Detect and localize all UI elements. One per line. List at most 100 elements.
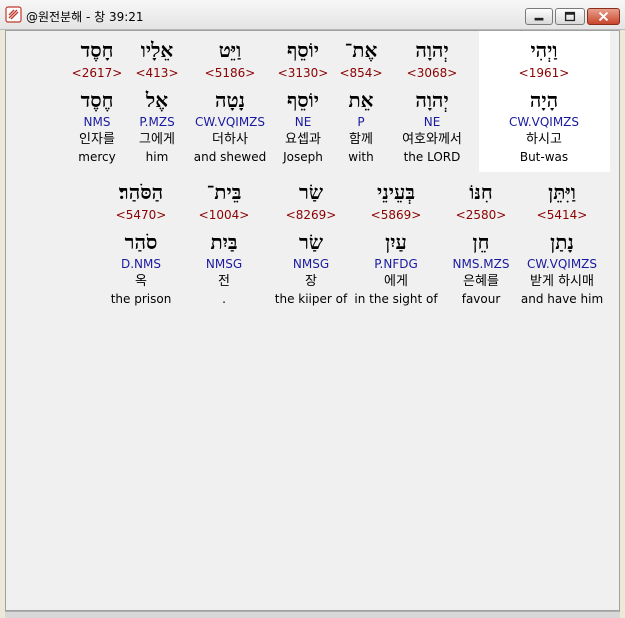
parsing-code: CW.VQIMZS <box>526 257 598 271</box>
korean-gloss: 에게 <box>384 274 408 289</box>
close-button[interactable] <box>587 8 620 25</box>
word-column[interactable]: בֵּית־ <1004> בַּיִת NMSG 전 . <box>196 178 252 307</box>
korean-gloss: 옥 <box>135 274 147 289</box>
korean-gloss: 받게 하시매 <box>530 274 594 289</box>
korean-gloss: 함께 <box>349 132 373 147</box>
parsing-code: NMSG <box>292 257 330 271</box>
english-gloss: the kiiper of <box>274 292 348 306</box>
korean-gloss: 더하사 <box>212 132 248 147</box>
strong-number[interactable]: <8269> <box>274 206 348 224</box>
parsing-code: CW.VQIMZS <box>194 115 266 129</box>
hebrew-word: וַיְהִי <box>530 38 558 62</box>
strong-number[interactable]: <1961> <box>504 64 584 82</box>
english-gloss: mercy <box>78 150 116 164</box>
word-column[interactable]: חָסֶד <2617> חֶסֶד NMS 인자를 mercy <box>70 36 124 165</box>
strong-number[interactable]: <2617> <box>70 64 124 82</box>
parsing-code: P.MZS <box>139 115 175 129</box>
word-column[interactable]: וַיְהִי <1961> הָיָה CW.VQIMZS 하시고 But-w… <box>504 36 584 165</box>
lemma-word: נָתַן <box>550 230 574 254</box>
korean-gloss: 은혜를 <box>463 274 499 289</box>
english-gloss: . <box>222 292 226 306</box>
word-column[interactable]: בְּעֵינֵי <5869> עַיִן P.NFDG 에게 in the … <box>354 178 438 307</box>
hebrew-word: יוֹסֵף <box>286 38 320 62</box>
korean-gloss: 여호와께서 <box>402 132 462 147</box>
english-gloss: him <box>145 150 169 164</box>
strong-number[interactable]: <854> <box>336 64 386 82</box>
strong-number[interactable]: <1004> <box>196 206 252 224</box>
korean-gloss: 요셉과 <box>285 132 321 147</box>
english-gloss: the prison <box>110 292 172 306</box>
minimize-icon <box>534 17 544 21</box>
title-bar[interactable]: @원전분해 - 창 39:21 <box>0 0 625 30</box>
lemma-word: בַּיִת <box>210 230 238 254</box>
minimize-button[interactable] <box>525 8 553 25</box>
hebrew-word: חָסֶד <box>80 38 114 62</box>
english-gloss: But-was <box>519 150 569 164</box>
hebrew-word: אֵלָיו <box>140 38 174 62</box>
english-gloss: in the sight of <box>354 292 438 306</box>
parsing-code: NE <box>294 115 312 129</box>
english-gloss: and have him <box>520 292 604 306</box>
word-column[interactable]: וַיִּתֵּן <5414> נָתַן CW.VQIMZS 받게 하시매 … <box>519 178 605 307</box>
hebrew-word: יְהוָה <box>415 38 449 62</box>
parsing-code: NMS.MZS <box>452 257 510 271</box>
parsing-code: NE <box>423 115 441 129</box>
hebrew-word: וַיֵּט <box>218 38 242 62</box>
lemma-word: יוֹסֵף <box>286 88 320 112</box>
parsing-code: CW.VQIMZS <box>508 115 580 129</box>
korean-gloss: 하시고 <box>526 132 562 147</box>
parsing-code: D.NMS <box>120 257 161 271</box>
word-column[interactable]: הַסֹּהַר׃ <5470> סֹהַר D.NMS 옥 the priso… <box>106 178 176 307</box>
strong-number[interactable]: <2580> <box>446 206 516 224</box>
lemma-word: אֶל <box>145 88 169 112</box>
window-title: @원전분해 - 창 39:21 <box>26 10 144 24</box>
english-gloss: the LORD <box>403 150 461 164</box>
app-logo-icon <box>5 6 22 23</box>
strong-number[interactable]: <5414> <box>519 206 605 224</box>
lemma-word: חֵן <box>472 230 490 254</box>
hebrew-word: שַׂר <box>299 180 323 204</box>
word-column[interactable]: אֵלָיו <413> אֶל P.MZS 그에게 him <box>131 36 183 165</box>
lemma-word: עַיִן <box>385 230 407 254</box>
strong-number[interactable]: <3130> <box>270 64 336 82</box>
english-gloss: favour <box>461 292 501 306</box>
hebrew-word: חִנּוֹ <box>469 180 493 204</box>
strong-number[interactable]: <413> <box>131 64 183 82</box>
app-window: @원전분해 - 창 39:21 וַיְהִי <1961> הָיָה CW.… <box>0 0 625 618</box>
hebrew-word: אֶת־ <box>344 38 378 62</box>
parsing-code: NMSG <box>205 257 243 271</box>
maximize-button[interactable] <box>555 8 585 25</box>
word-column[interactable]: וַיֵּט <5186> נָטָה CW.VQIMZS 더하사 and sh… <box>190 36 270 165</box>
korean-gloss: 전 <box>218 274 230 289</box>
maximize-icon <box>564 11 576 22</box>
english-gloss: and shewed <box>193 150 267 164</box>
korean-gloss: 장 <box>305 274 317 289</box>
hebrew-word: וַיִּתֵּן <box>548 180 576 204</box>
english-gloss: Joseph <box>283 150 323 164</box>
status-bar <box>5 611 620 618</box>
word-column[interactable]: חִנּוֹ <2580> חֵן NMS.MZS 은혜를 favour <box>446 178 516 307</box>
interlinear-panel[interactable]: וַיְהִי <1961> הָיָה CW.VQIMZS 하시고 But-w… <box>5 30 620 611</box>
hebrew-word: בְּעֵינֵי <box>377 180 415 204</box>
word-column[interactable]: שַׂר <8269> שַׂר NMSG 장 the kiiper of <box>274 178 348 307</box>
korean-gloss: 그에게 <box>139 132 175 147</box>
parsing-code: P <box>357 115 365 129</box>
word-column[interactable]: יוֹסֵף <3130> יוֹסֵף NE 요셉과 Joseph <box>270 36 336 165</box>
lemma-word: אֵת <box>348 88 374 112</box>
parsing-code: P.NFDG <box>374 257 418 271</box>
strong-number[interactable]: <5869> <box>354 206 438 224</box>
lemma-word: סֹהַר <box>124 230 158 254</box>
english-gloss: with <box>348 150 374 164</box>
strong-number[interactable]: <5186> <box>190 64 270 82</box>
lemma-word: שַׂר <box>299 230 323 254</box>
parsing-code: NMS <box>83 115 111 129</box>
hebrew-word: בֵּית־ <box>206 180 242 204</box>
word-column[interactable]: יְהוָה <3068> יְהוָה NE 여호와께서 the LORD <box>392 36 472 165</box>
strong-number[interactable]: <3068> <box>392 64 472 82</box>
strong-number[interactable]: <5470> <box>106 206 176 224</box>
close-icon <box>598 11 609 22</box>
korean-gloss: 인자를 <box>79 132 115 147</box>
word-column[interactable]: אֶת־ <854> אֵת P 함께 with <box>336 36 386 165</box>
lemma-word: חֶסֶד <box>80 88 114 112</box>
hebrew-word: הַסֹּהַר׃ <box>118 180 164 204</box>
